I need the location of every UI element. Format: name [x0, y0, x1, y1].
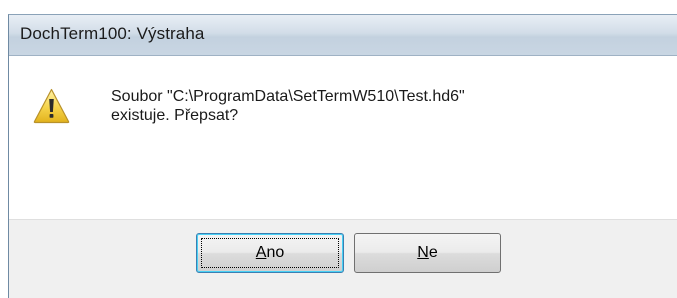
yes-label-rest: no — [266, 244, 285, 261]
warning-dialog: DochTerm100: Výstraha Soubor "C:\Program… — [8, 14, 677, 298]
yes-button[interactable]: Ano — [196, 233, 344, 273]
warning-icon — [33, 88, 70, 124]
message-line-1: Soubor "C:\ProgramData\SetTermW510\Test.… — [111, 88, 465, 105]
no-button[interactable]: Ne — [354, 233, 501, 273]
title-bar[interactable]: DochTerm100: Výstraha — [9, 15, 677, 56]
dialog-content: Soubor "C:\ProgramData\SetTermW510\Test.… — [9, 56, 677, 219]
no-label-rest: e — [428, 244, 438, 261]
yes-accelerator: A — [255, 244, 267, 261]
no-button-label: Ne — [417, 244, 437, 261]
no-accelerator: N — [417, 244, 429, 261]
window-title: DochTerm100: Výstraha — [20, 24, 205, 43]
dialog-message: Soubor "C:\ProgramData\SetTermW510\Test.… — [111, 87, 651, 125]
yes-button-label: Ano — [256, 244, 284, 261]
message-line-2: existuje. Přepsat? — [111, 107, 239, 124]
